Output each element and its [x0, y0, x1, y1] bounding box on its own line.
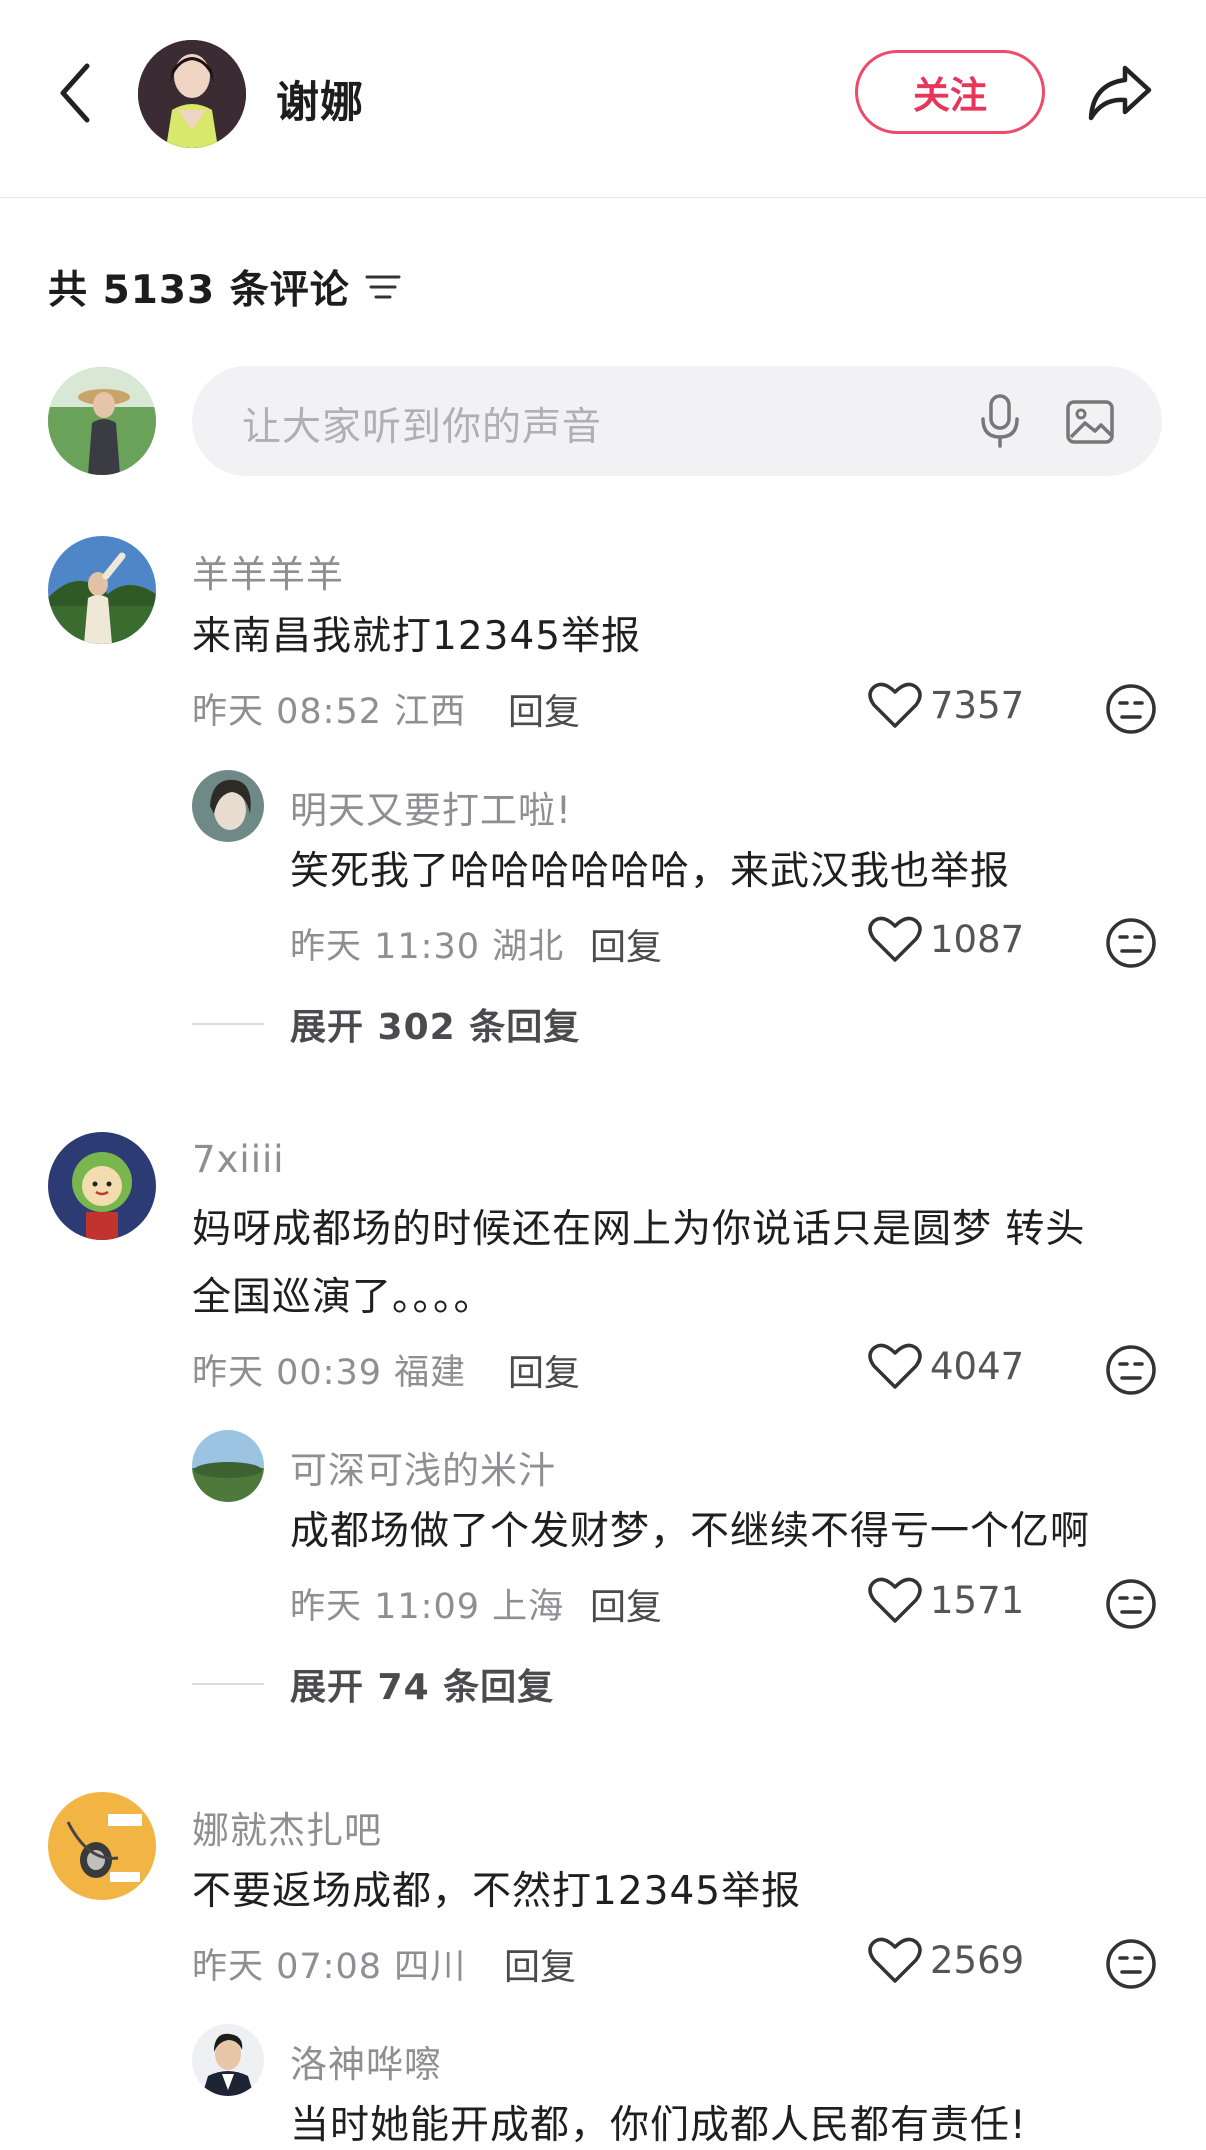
like-count: 1087	[930, 917, 1025, 961]
heart-icon	[868, 1577, 922, 1623]
expand-replies-label: 展开 74 条回复	[290, 1667, 555, 1708]
like-count: 7357	[930, 683, 1025, 727]
comment-text: 来南昌我就打12345举报	[192, 614, 642, 659]
heart-icon	[868, 1343, 922, 1389]
comment-count-row: 共 5133 条评论	[48, 262, 404, 313]
like-button[interactable]: 1087	[868, 914, 1024, 964]
microphone-icon[interactable]	[972, 392, 1028, 450]
reply-avatar[interactable]	[192, 770, 264, 842]
expand-replies-button[interactable]: 展开 74 条回复	[192, 1658, 554, 1710]
top-bar: 谢娜 关注	[0, 0, 1206, 198]
dislike-face-icon[interactable]	[1105, 683, 1157, 735]
dislike-face-icon[interactable]	[1105, 1938, 1157, 1990]
back-button[interactable]	[50, 58, 100, 128]
like-button[interactable]: 4047	[868, 1341, 1024, 1391]
reply-text: 笑死我了哈哈哈哈哈哈，来武汉我也举报	[290, 849, 1011, 894]
expand-replies-label: 展开 302 条回复	[290, 1007, 581, 1048]
reply-button[interactable]: 回复	[590, 918, 662, 970]
reply-username[interactable]: 洛神哗嚓	[290, 2034, 442, 2088]
comment-avatar[interactable]	[48, 1132, 156, 1240]
reply-text: 当时她能开成都，你们成都人民都有责任!	[290, 2103, 1027, 2148]
comment-avatar[interactable]	[48, 536, 156, 644]
reply-meta: 昨天 11:09 上海	[290, 1587, 565, 1627]
divider	[192, 1023, 264, 1025]
reply-username[interactable]: 可深可浅的米汁	[290, 1440, 556, 1494]
reply-button[interactable]: 回复	[590, 1578, 662, 1630]
reply-button[interactable]: 回复	[504, 1938, 576, 1990]
heart-icon	[868, 916, 922, 962]
reply-button[interactable]: 回复	[508, 683, 580, 735]
like-count: 2569	[930, 1938, 1025, 1982]
comment-meta: 昨天 07:08 四川	[192, 1947, 467, 1987]
comment-meta: 昨天 00:39 福建	[192, 1353, 467, 1393]
expand-replies-button[interactable]: 展开 302 条回复	[192, 998, 580, 1050]
like-button[interactable]: 2569	[868, 1935, 1024, 1985]
comment-input[interactable]: 让大家听到你的声音	[192, 366, 1162, 476]
reply-avatar[interactable]	[192, 1430, 264, 1502]
author-name: 谢娜	[276, 78, 364, 128]
like-count: 1571	[930, 1578, 1025, 1622]
heart-icon	[868, 682, 922, 728]
my-avatar	[48, 367, 156, 475]
like-button[interactable]: 7357	[868, 680, 1024, 730]
comment-text: 全国巡演了。。。。	[192, 1275, 494, 1320]
comment-count: 共 5133 条评论	[48, 268, 350, 313]
reply-text: 成都场做了个发财梦，不继续不得亏一个亿啊	[290, 1509, 1091, 1554]
divider	[192, 1683, 264, 1685]
comment-username[interactable]: 7xiiii	[192, 1138, 285, 1181]
like-count: 4047	[930, 1344, 1025, 1388]
heart-icon	[868, 1937, 922, 1983]
comment-text: 妈呀成都场的时候还在网上为你说话只是圆梦 转头	[192, 1207, 1086, 1252]
dislike-face-icon[interactable]	[1105, 1344, 1157, 1396]
comment-input-placeholder: 让大家听到你的声音	[242, 405, 603, 450]
comment-text: 不要返场成都，不然打12345举报	[192, 1869, 802, 1914]
comment-username[interactable]: 羊羊羊羊	[192, 544, 344, 598]
follow-button[interactable]: 关注	[855, 50, 1045, 134]
reply-avatar[interactable]	[192, 2024, 264, 2096]
sort-filter-icon[interactable]	[364, 267, 404, 307]
chevron-left-icon	[60, 63, 90, 123]
share-icon	[1088, 65, 1152, 120]
reply-username[interactable]: 明天又要打工啦!	[290, 780, 572, 834]
reply-meta: 昨天 11:30 湖北	[290, 927, 565, 967]
comment-username[interactable]: 娜就杰扎吧	[192, 1800, 382, 1854]
comment-avatar[interactable]	[48, 1792, 156, 1900]
comment-meta: 昨天 08:52 江西	[192, 692, 467, 732]
like-button[interactable]: 1571	[868, 1575, 1024, 1625]
author-avatar[interactable]	[138, 40, 246, 148]
dislike-face-icon[interactable]	[1105, 917, 1157, 969]
image-icon[interactable]	[1062, 394, 1118, 450]
share-button[interactable]	[1080, 55, 1160, 130]
reply-button[interactable]: 回复	[508, 1344, 580, 1396]
dislike-face-icon[interactable]	[1105, 1578, 1157, 1630]
